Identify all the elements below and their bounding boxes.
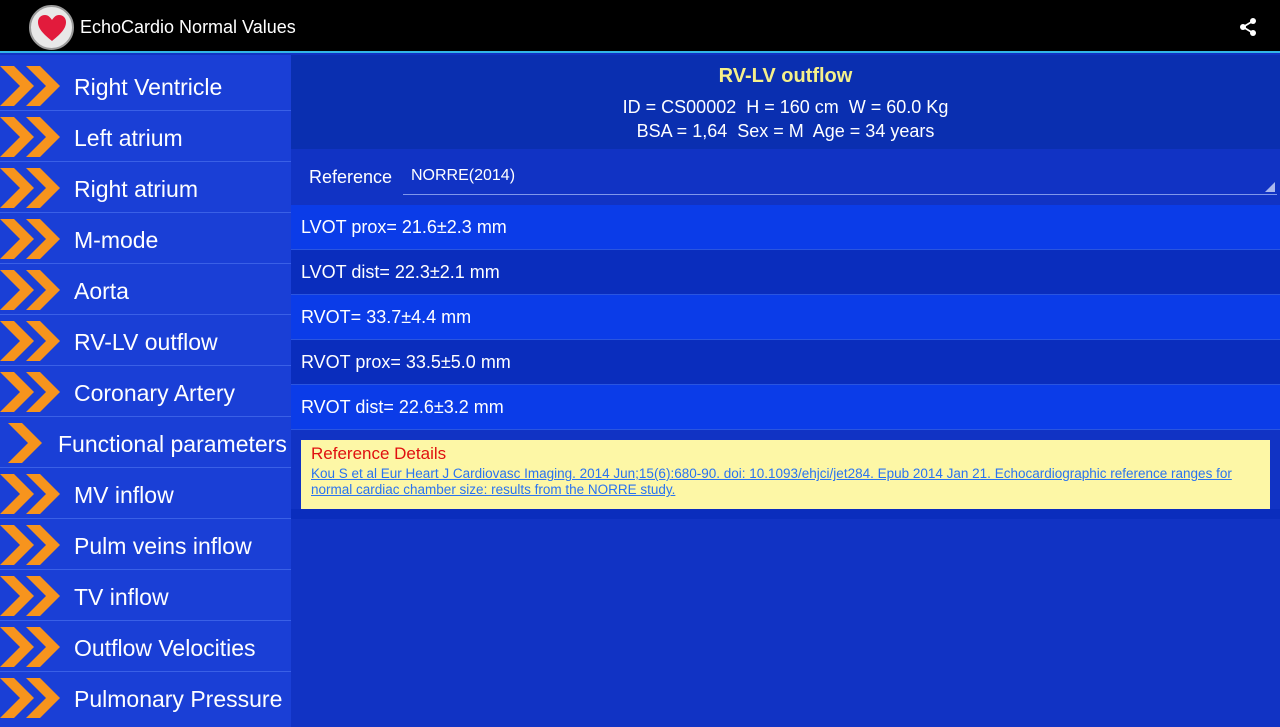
measurement-text: LVOT prox= 21.6±2.3 mm: [301, 217, 507, 237]
measurement-row: LVOT dist= 22.3±2.1 mm: [291, 250, 1280, 295]
sidebar-item-right-atrium[interactable]: Right atrium: [0, 162, 291, 213]
share-icon[interactable]: [1238, 17, 1258, 37]
dropdown-arrow-icon: [1265, 182, 1275, 192]
sidebar-item-label: MV inflow: [74, 482, 174, 508]
sidebar: Right Ventricle Left atrium Right atrium…: [0, 55, 291, 727]
sidebar-item-label: TV inflow: [74, 584, 169, 610]
sidebar-item-outflow-velocities[interactable]: Outflow Velocities: [0, 621, 291, 672]
measurement-row: RVOT dist= 22.6±3.2 mm: [291, 385, 1280, 430]
measurement-text: LVOT dist= 22.3±2.1 mm: [301, 262, 500, 282]
sidebar-item-label: Pulm veins inflow: [74, 533, 252, 559]
measurement-row: RVOT prox= 33.5±5.0 mm: [291, 340, 1280, 385]
sidebar-item-tv-inflow[interactable]: TV inflow: [0, 570, 291, 621]
double-chevron-icon: [0, 219, 60, 259]
page-title: RV-LV outflow: [718, 65, 853, 87]
measurement-text: RVOT prox= 33.5±5.0 mm: [301, 352, 511, 372]
measurement-row: RVOT= 33.7±4.4 mm: [291, 295, 1280, 340]
reference-details-box: Reference Details Kou S et al Eur Heart …: [301, 440, 1270, 509]
sidebar-item-pulm-veins-inflow[interactable]: Pulm veins inflow: [0, 519, 291, 570]
patient-info-line1: ID = CS00002 H = 160 cm W = 60.0 Kg: [622, 97, 949, 117]
reference-details-link[interactable]: Kou S et al Eur Heart J Cardiovasc Imagi…: [311, 466, 1251, 498]
sidebar-item-label: Pulmonary Pressure: [74, 686, 283, 712]
double-chevron-icon: [0, 66, 60, 106]
double-chevron-icon: [0, 168, 60, 208]
measurement-text: RVOT dist= 22.6±3.2 mm: [301, 397, 504, 417]
reference-select[interactable]: NORRE(2014): [403, 163, 1277, 195]
measurement-row: LVOT prox= 21.6±2.3 mm: [291, 205, 1280, 250]
main-panel: RV-LV outflow ID = CS00002 H = 160 cm W …: [291, 55, 1280, 727]
reference-details-title: Reference Details: [311, 444, 447, 463]
sidebar-item-label: Left atrium: [74, 125, 183, 151]
double-chevron-icon: [0, 372, 60, 412]
patient-header: RV-LV outflow ID = CS00002 H = 160 cm W …: [291, 55, 1280, 149]
double-chevron-icon: [0, 117, 60, 157]
sidebar-item-label: Aorta: [74, 278, 129, 304]
sidebar-item-label: Functional parameters: [58, 431, 287, 457]
reference-row: Reference NORRE(2014): [291, 149, 1280, 205]
sidebar-item-pulmonary-pressure[interactable]: Pulmonary Pressure: [0, 672, 291, 723]
double-chevron-icon: [0, 525, 60, 565]
sidebar-item-rv-lv-outflow[interactable]: RV-LV outflow: [0, 315, 291, 366]
sidebar-item-aorta[interactable]: Aorta: [0, 264, 291, 315]
reference-label: Reference: [309, 167, 393, 187]
app-title: EchoCardio Normal Values: [80, 17, 296, 37]
heart-icon[interactable]: [29, 5, 74, 50]
sidebar-item-label: M-mode: [74, 227, 159, 253]
sidebar-item-m-mode[interactable]: M-mode: [0, 213, 291, 264]
double-chevron-icon: [0, 576, 60, 616]
sidebar-item-functional-parameters[interactable]: Functional parameters: [0, 417, 291, 468]
sidebar-item-label: RV-LV outflow: [74, 329, 218, 355]
sidebar-item-left-atrium[interactable]: Left atrium: [0, 111, 291, 162]
sidebar-item-mv-inflow[interactable]: MV inflow: [0, 468, 291, 519]
single-chevron-icon: [8, 423, 42, 463]
sidebar-item-right-ventricle[interactable]: Right Ventricle: [0, 60, 291, 111]
double-chevron-icon: [0, 678, 60, 718]
sidebar-item-label: Right atrium: [74, 176, 198, 202]
sidebar-item-label: Outflow Velocities: [74, 635, 256, 661]
sidebar-item-label: Coronary Artery: [74, 380, 236, 406]
patient-info-line2: BSA = 1,64 Sex = M Age = 34 years: [636, 121, 935, 141]
action-bar: EchoCardio Normal Values: [0, 0, 1280, 53]
double-chevron-icon: [0, 627, 60, 667]
double-chevron-icon: [0, 321, 60, 361]
double-chevron-icon: [0, 270, 60, 310]
sidebar-item-coronary-artery[interactable]: Coronary Artery: [0, 366, 291, 417]
sidebar-item-label: Right Ventricle: [74, 74, 223, 100]
double-chevron-icon: [0, 474, 60, 514]
details-bottom-band: [291, 509, 1280, 519]
reference-select-value: NORRE(2014): [411, 167, 516, 184]
measurement-text: RVOT= 33.7±4.4 mm: [301, 307, 472, 327]
